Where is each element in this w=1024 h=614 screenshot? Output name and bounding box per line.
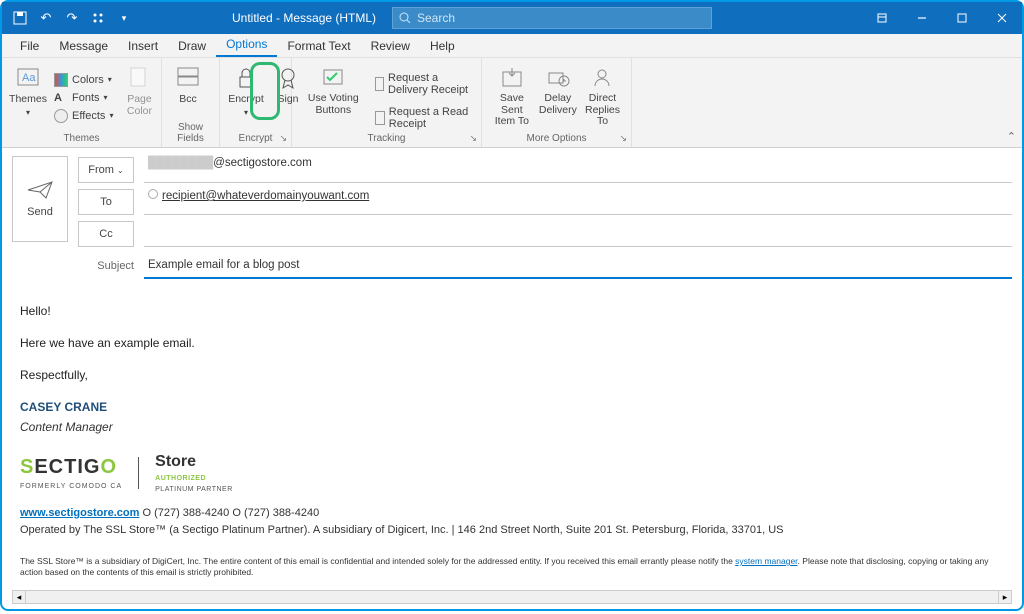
minimize-button[interactable] (902, 2, 942, 34)
compose-header: Send From ⌄ ████████@sectigostore.com To… (2, 148, 1022, 284)
tab-review[interactable]: Review (361, 35, 420, 57)
from-button[interactable]: From ⌄ (78, 157, 134, 183)
delivery-receipt-checkbox[interactable]: Request a Delivery Receipt (371, 70, 475, 98)
horizontal-scrollbar[interactable]: ◂ ▸ (12, 589, 1012, 605)
scroll-right-icon[interactable]: ▸ (998, 590, 1012, 604)
search-icon (399, 12, 411, 24)
encrypt-button[interactable]: Encrypt ▾ (226, 62, 266, 133)
cc-input[interactable] (144, 221, 1012, 247)
tab-message[interactable]: Message (49, 35, 118, 57)
body-greeting: Hello! (20, 302, 1004, 320)
from-value: ████████@sectigostore.com (144, 157, 1012, 183)
to-button[interactable]: To (78, 189, 134, 215)
sectigo-logo: SECTIGO (20, 452, 122, 482)
window-title: Untitled - Message (HTML) (232, 11, 376, 25)
titlebar: ↶ ↷ ▾ Untitled - Message (HTML) Search (2, 2, 1022, 34)
paper-plane-icon (26, 180, 54, 200)
search-input[interactable]: Search (392, 7, 712, 29)
signature-title: Content Manager (20, 420, 113, 434)
maximize-button[interactable] (942, 2, 982, 34)
tracking-launcher-icon[interactable]: ↘ (469, 133, 477, 144)
save-icon[interactable] (10, 8, 30, 28)
scroll-left-icon[interactable]: ◂ (12, 590, 26, 604)
voting-button[interactable]: Use Voting Buttons (298, 62, 369, 133)
message-body[interactable]: Hello! Here we have an example email. Re… (2, 284, 1022, 614)
quick-access-toolbar: ↶ ↷ ▾ (2, 8, 134, 28)
undo-icon[interactable]: ↶ (36, 8, 56, 28)
read-receipt-checkbox[interactable]: Request a Read Receipt (371, 104, 475, 132)
send-button[interactable]: Send (12, 156, 68, 242)
body-line: Here we have an example email. (20, 334, 1004, 352)
signature-address: Operated by The SSL Store™ (a Sectigo Pl… (20, 524, 783, 536)
signature-name: CASEY CRANE (20, 400, 107, 414)
subject-label: Subject (78, 253, 134, 279)
tab-insert[interactable]: Insert (118, 35, 168, 57)
system-manager-link[interactable]: system manager (735, 556, 797, 566)
store-logo: Store AUTHORIZED PLATINUM PARTNER (155, 450, 233, 495)
tab-help[interactable]: Help (420, 35, 465, 57)
effects-button[interactable]: Effects ▾ (50, 107, 117, 125)
to-input[interactable]: recipient@whateverdomainyouwant.com (144, 189, 1012, 215)
bcc-button[interactable]: Bcc (168, 62, 208, 122)
signature-url[interactable]: www.sectigostore.com (20, 507, 139, 519)
svg-text:Aa: Aa (22, 72, 36, 84)
body-closing: Respectfully, (20, 366, 1004, 384)
page-color-button[interactable]: Page Color (119, 62, 159, 133)
close-button[interactable] (982, 2, 1022, 34)
lock-icon (234, 66, 258, 90)
more-options-launcher-icon[interactable]: ↘ (619, 133, 627, 144)
qat-dropdown-icon[interactable]: ▾ (114, 8, 134, 28)
touch-mode-icon[interactable] (88, 8, 108, 28)
fonts-button[interactable]: AFonts ▾ (50, 90, 117, 106)
menu-tabs: File Message Insert Draw Options Format … (2, 34, 1022, 58)
redo-icon[interactable]: ↷ (62, 8, 82, 28)
tab-file[interactable]: File (10, 35, 49, 57)
encrypt-launcher-icon[interactable]: ↘ (279, 133, 287, 144)
themes-button[interactable]: Aa Themes ▾ (8, 62, 48, 133)
delay-delivery-button[interactable]: Delay Delivery (538, 62, 578, 133)
tab-draw[interactable]: Draw (168, 35, 216, 57)
ribbon: Aa Themes ▾ Colors ▾ AFonts ▾ Effects ▾ … (2, 58, 1022, 148)
save-sent-button[interactable]: Save Sent Item To (488, 62, 536, 133)
disclaimer: The SSL Store™ is a subsidiary of DigiCe… (20, 556, 1004, 578)
subject-input[interactable] (144, 253, 1012, 279)
signature-logo: SECTIGO FORMERLY COMODO CA Store AUTHORI… (20, 450, 1004, 495)
direct-replies-button[interactable]: Direct Replies To (580, 62, 625, 133)
collapse-ribbon-icon[interactable]: ⌃ (1007, 130, 1016, 143)
tab-format-text[interactable]: Format Text (277, 35, 360, 57)
tab-options[interactable]: Options (216, 33, 277, 57)
colors-button[interactable]: Colors ▾ (50, 71, 117, 89)
ribbon-display-icon[interactable] (862, 2, 902, 34)
cc-button[interactable]: Cc (78, 221, 134, 247)
contact-chip-icon (148, 189, 158, 199)
